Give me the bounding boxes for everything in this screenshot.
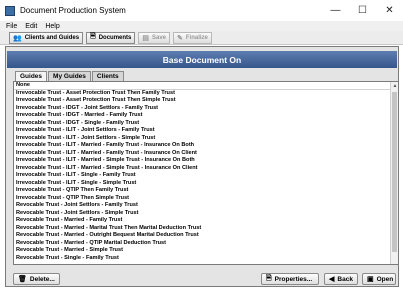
list-item[interactable]: Revocable Trust - Married - Outright Beq… — [14, 232, 390, 240]
list-item[interactable]: Irrevocable Trust - QTIP Then Simple Tru… — [14, 195, 390, 203]
menu-edit[interactable]: Edit — [25, 23, 37, 30]
list-item[interactable]: Revocable Trust - Married - Family Trust — [14, 217, 390, 225]
list-item[interactable]: Revocable Trust - Single - Family Trust — [14, 255, 390, 263]
guides-list[interactable]: None Irrevocable Trust - Asset Protection… — [13, 81, 399, 265]
menu-file[interactable]: File — [6, 23, 17, 30]
list-item[interactable]: Revocable Trust - Married - QTIP Marital… — [14, 240, 390, 248]
list-item[interactable]: Irrevocable Trust - ILIT - Joint Settlor… — [14, 127, 390, 135]
app-icon — [5, 5, 15, 16]
back-arrow-icon: ◀ — [329, 276, 335, 283]
guides-list-items: None Irrevocable Trust - Asset Protection… — [14, 82, 390, 264]
delete-button[interactable]: 🗑 Delete... — [13, 273, 60, 285]
list-item[interactable]: Irrevocable Trust - QTIP Then Family Tru… — [14, 187, 390, 195]
open-icon: ▣ — [367, 276, 374, 283]
maximize-button[interactable]: ☐ — [349, 0, 376, 21]
list-item[interactable]: Irrevocable Trust - IDGT - Joint Settlor… — [14, 105, 390, 113]
tab-clients[interactable]: Clients — [91, 71, 124, 81]
open-button[interactable]: ▣ Open — [362, 273, 396, 285]
close-button[interactable]: ✕ — [376, 0, 403, 21]
panel-header: Base Document On — [7, 51, 397, 68]
list-item[interactable]: Irrevocable Trust - ILIT - Married - Fam… — [14, 142, 390, 150]
vertical-scrollbar[interactable]: ▲ — [390, 82, 398, 264]
list-item[interactable]: Irrevocable Trust - ILIT - Married - Sim… — [14, 157, 390, 165]
back-button[interactable]: ◀ Back — [324, 273, 358, 285]
panel-title: Base Document On — [162, 54, 242, 65]
scroll-thumb[interactable] — [392, 92, 397, 252]
window-title: Document Production System — [20, 6, 126, 15]
delete-label: Delete... — [29, 275, 55, 283]
list-item[interactable]: Irrevocable Trust - ILIT - Single - Fami… — [14, 172, 390, 180]
documents-icon: 🗎 — [90, 33, 96, 40]
save-label: Save — [152, 34, 167, 41]
list-item[interactable]: Irrevocable Trust - ILIT - Joint Settlor… — [14, 135, 390, 143]
save-button[interactable]: ▤ Save — [138, 31, 171, 44]
documents-label: Documents — [98, 34, 132, 41]
list-item[interactable]: Irrevocable Trust - Asset Protection Tru… — [14, 97, 390, 105]
finalize-button[interactable]: ✎ Finalize — [173, 31, 212, 44]
toolbar: 👥 Clients and Guides 🗎 Documents ▤ Save … — [0, 31, 403, 45]
tab-strip: Guides My Guides Clients — [15, 71, 125, 81]
finalize-label: Finalize — [185, 34, 208, 41]
documents-button[interactable]: 🗎 Documents — [86, 31, 136, 44]
list-item-none[interactable]: None — [14, 82, 390, 90]
list-item[interactable]: Revocable Trust - Joint Settlors - Famil… — [14, 202, 390, 210]
base-document-panel: Base Document On Guides My Guides Client… — [5, 46, 399, 287]
properties-label: Properties... — [274, 275, 313, 283]
list-item[interactable]: Revocable Trust - Joint Settlors - Simpl… — [14, 210, 390, 218]
menu-help[interactable]: Help — [45, 23, 59, 30]
scroll-up-icon[interactable]: ▲ — [391, 82, 398, 90]
list-item[interactable]: Irrevocable Trust - IDGT - Single - Fami… — [14, 120, 390, 128]
action-buttons: 🗑 Delete... 🗎 Properties... ◀ Back ▣ Ope… — [6, 273, 398, 287]
list-item[interactable]: Irrevocable Trust - ILIT - Married - Sim… — [14, 165, 390, 173]
clients-and-guides-label: Clients and Guides — [24, 34, 80, 41]
tab-my-guides[interactable]: My Guides — [48, 71, 91, 81]
users-icon: 👥 — [13, 34, 22, 42]
save-icon: ▤ — [142, 34, 149, 42]
minimize-button[interactable]: — — [322, 0, 349, 21]
properties-icon: 🗎 — [266, 274, 272, 282]
list-item[interactable]: Irrevocable Trust - IDGT - Married - Fam… — [14, 112, 390, 120]
list-item[interactable]: Revocable Trust - Married - Marital Trus… — [14, 225, 390, 233]
clients-and-guides-button[interactable]: 👥 Clients and Guides — [9, 31, 84, 44]
window-controls: — ☐ ✕ — [322, 0, 403, 21]
menu-bar: File Edit Help — [0, 21, 403, 31]
list-item[interactable]: Revocable Trust - Married - Simple Trust — [14, 247, 390, 255]
list-item[interactable]: Irrevocable Trust - ILIT - Single - Simp… — [14, 180, 390, 188]
open-label: Open — [376, 275, 394, 283]
finalize-icon: ✎ — [177, 34, 183, 42]
title-bar: Document Production System — ☐ ✕ — [0, 0, 403, 21]
trash-icon: 🗑 — [18, 276, 27, 283]
tab-guides[interactable]: Guides — [15, 71, 48, 81]
list-item[interactable]: Irrevocable Trust - ILIT - Married - Fam… — [14, 150, 390, 158]
list-item[interactable]: Irrevocable Trust - Asset Protection Tru… — [14, 90, 390, 98]
properties-button[interactable]: 🗎 Properties... — [261, 273, 319, 285]
back-label: Back — [337, 275, 353, 283]
